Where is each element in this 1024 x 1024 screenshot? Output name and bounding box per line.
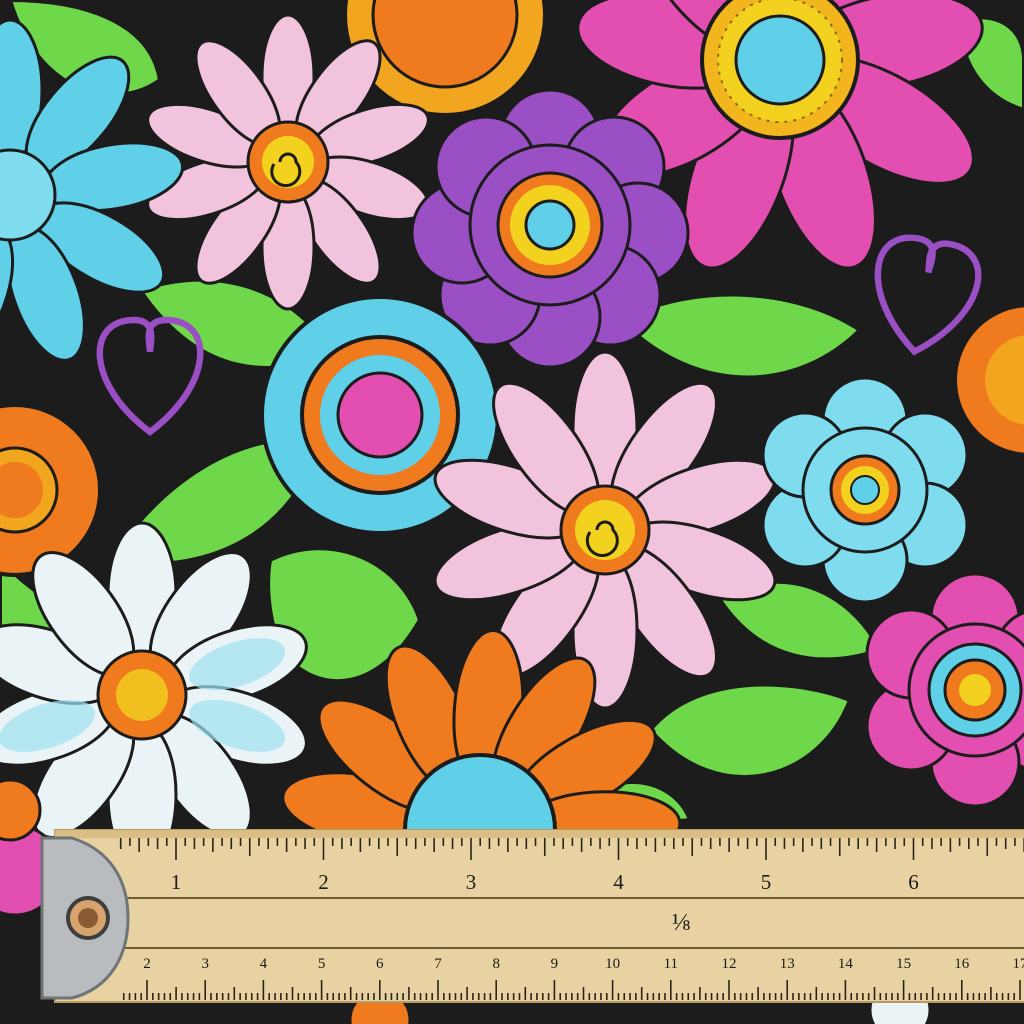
cm-label: 8	[492, 956, 500, 972]
cm-label: 3	[201, 956, 209, 972]
cm-label: 17	[1013, 956, 1024, 972]
ruler-body	[54, 829, 1024, 1003]
cm-label: 6	[376, 956, 384, 972]
inch-label: 1	[171, 870, 182, 894]
measuring-ruler: 123456 2 3 4 5 6 7 8 9 10 11 12 13 14 15 16 17 ⅛	[40, 829, 1024, 1003]
cm-label: 12	[722, 956, 737, 972]
cm-label: 5	[318, 956, 326, 972]
inch-label: 6	[908, 870, 919, 894]
cm-label: 4	[260, 956, 268, 972]
inch-label: 5	[761, 870, 772, 894]
inch-label: 4	[613, 870, 624, 894]
photo: 123456 2 3 4 5 6 7 8 9 10 11 12 13 14 15 16 17 ⅛	[0, 0, 1024, 1024]
inch-label: 2	[318, 870, 329, 894]
fraction-label: ⅛	[672, 910, 690, 936]
inch-label: 3	[466, 870, 477, 894]
cm-label: 2	[143, 956, 151, 972]
cm-label: 11	[664, 956, 678, 972]
cm-label: 15	[896, 956, 911, 972]
cm-label: 13	[780, 956, 795, 972]
cm-label: 9	[551, 956, 559, 972]
cm-label: 10	[605, 956, 620, 972]
cm-label: 16	[954, 956, 970, 972]
cm-label: 14	[838, 956, 854, 972]
cm-label: 7	[434, 956, 442, 972]
